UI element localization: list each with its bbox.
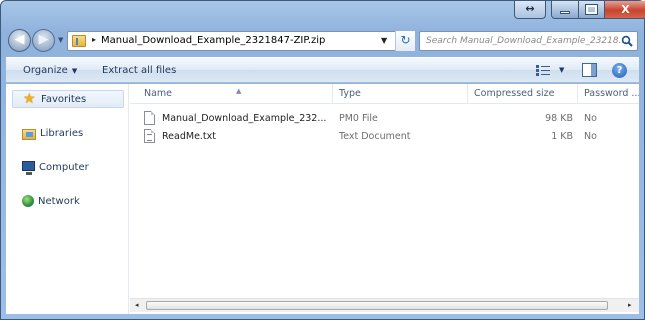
horizontal-scrollbar[interactable]: ◂ ▸ [130,298,639,312]
help-icon[interactable]: ? [612,63,627,78]
breadcrumb-separator-icon[interactable]: ▸ [92,35,96,44]
scrollbar-thumb[interactable] [146,301,608,310]
address-history-chevron-icon[interactable]: ▼ [381,36,387,45]
extract-all-label: Extract all files [102,65,177,76]
organize-label: Organize [23,65,68,76]
close-button[interactable]: X [605,1,645,19]
title-bar[interactable]: ↔ X [1,1,645,25]
search-input[interactable]: Search Manual_Download_Example_23218... [419,31,638,51]
file-type: Text Document [339,131,411,142]
column-label: Compressed size [474,88,555,99]
search-icon[interactable] [621,35,633,47]
libraries-icon [22,128,36,140]
back-arrow-icon: ◀ [14,32,25,47]
computer-icon [22,161,35,175]
scroll-left-icon[interactable]: ◂ [135,301,139,309]
star-icon: ★ [23,91,36,107]
file-name: Manual_Download_Example_232... [162,113,327,124]
back-button[interactable]: ◀ [8,29,31,52]
file-icon [144,111,155,125]
file-row[interactable]: Manual_Download_Example_232... PM0 File … [138,110,638,128]
extract-all-button[interactable]: Extract all files [102,65,176,76]
navigation-row: ◀ ▶ ▼ ▸ Manual_Download_Example_2321847-… [1,27,644,55]
nav-item-favorites[interactable]: ★ Favorites [12,90,124,108]
text-file-icon [144,129,155,143]
maximize-button[interactable] [579,1,605,19]
view-options-chevron-icon[interactable]: ▼ [559,66,564,74]
content-area: ★ Favorites Libraries Computer Network ▲… [6,84,639,314]
refresh-button[interactable]: ↻ [395,31,415,51]
column-label: Type [339,88,361,99]
breadcrumb-current[interactable]: Manual_Download_Example_2321847-ZIP.zip [101,35,325,46]
snap-tab-button[interactable]: ↔ [514,1,546,19]
file-type: PM0 File [339,113,378,124]
nav-item-label: Libraries [40,127,84,139]
column-label: Password ... [584,88,639,99]
column-header-password[interactable]: Password ... [578,84,639,104]
column-header-compressed-size[interactable]: Compressed size [468,84,578,104]
nav-item-computer[interactable]: Computer [12,158,124,176]
forward-arrow-icon: ▶ [38,32,49,47]
close-icon: X [621,3,630,16]
preview-pane-icon[interactable] [582,63,597,77]
minimize-icon [560,11,570,14]
chevron-down-icon: ▼ [71,67,78,75]
nav-item-libraries[interactable]: Libraries [12,124,124,142]
scroll-right-icon[interactable]: ▸ [628,301,632,309]
address-bar[interactable]: ▸ Manual_Download_Example_2321847-ZIP.zi… [67,31,415,51]
file-compressed-size: 1 KB [551,131,573,142]
minimize-button[interactable] [551,1,579,19]
column-label: Name [144,88,173,99]
refresh-icon: ↻ [400,33,411,47]
command-bar: Organize ▼ Extract all files ▼ ? [6,57,639,83]
file-list: ▲ Name Type Compressed size Password ...… [130,84,639,314]
search-placeholder: Search Manual_Download_Example_23218... [426,36,628,46]
navigation-pane: ★ Favorites Libraries Computer Network [6,84,129,314]
column-header-row: ▲ Name Type Compressed size Password ... [130,84,639,104]
nav-item-label: Favorites [41,93,87,105]
organize-button[interactable]: Organize ▼ [23,65,77,76]
nav-item-label: Computer [39,161,89,173]
network-icon [22,195,34,207]
view-options-icon[interactable] [536,65,550,76]
explorer-window: ↔ X ◀ ▶ ▼ ▸ Manual_Download_Example_2321… [0,0,645,320]
file-compressed-size: 98 KB [545,113,573,124]
column-header-type[interactable]: Type [333,84,468,104]
column-header-name[interactable]: ▲ Name [138,84,333,104]
caption-buttons: X [551,1,645,19]
zip-folder-icon [72,35,86,47]
nav-item-label: Network [38,195,80,207]
maximize-icon [585,4,598,15]
sort-ascending-icon: ▲ [236,87,242,95]
help-glyph: ? [616,65,623,76]
nav-item-network[interactable]: Network [12,192,124,210]
file-row[interactable]: ReadMe.txt Text Document 1 KB No [138,128,638,146]
resize-arrows-icon: ↔ [525,2,535,15]
file-password: No [584,131,597,142]
file-password: No [584,113,597,124]
forward-button[interactable]: ▶ [32,29,55,52]
file-name: ReadMe.txt [162,131,217,142]
recent-pages-chevron-icon[interactable]: ▼ [58,36,63,44]
